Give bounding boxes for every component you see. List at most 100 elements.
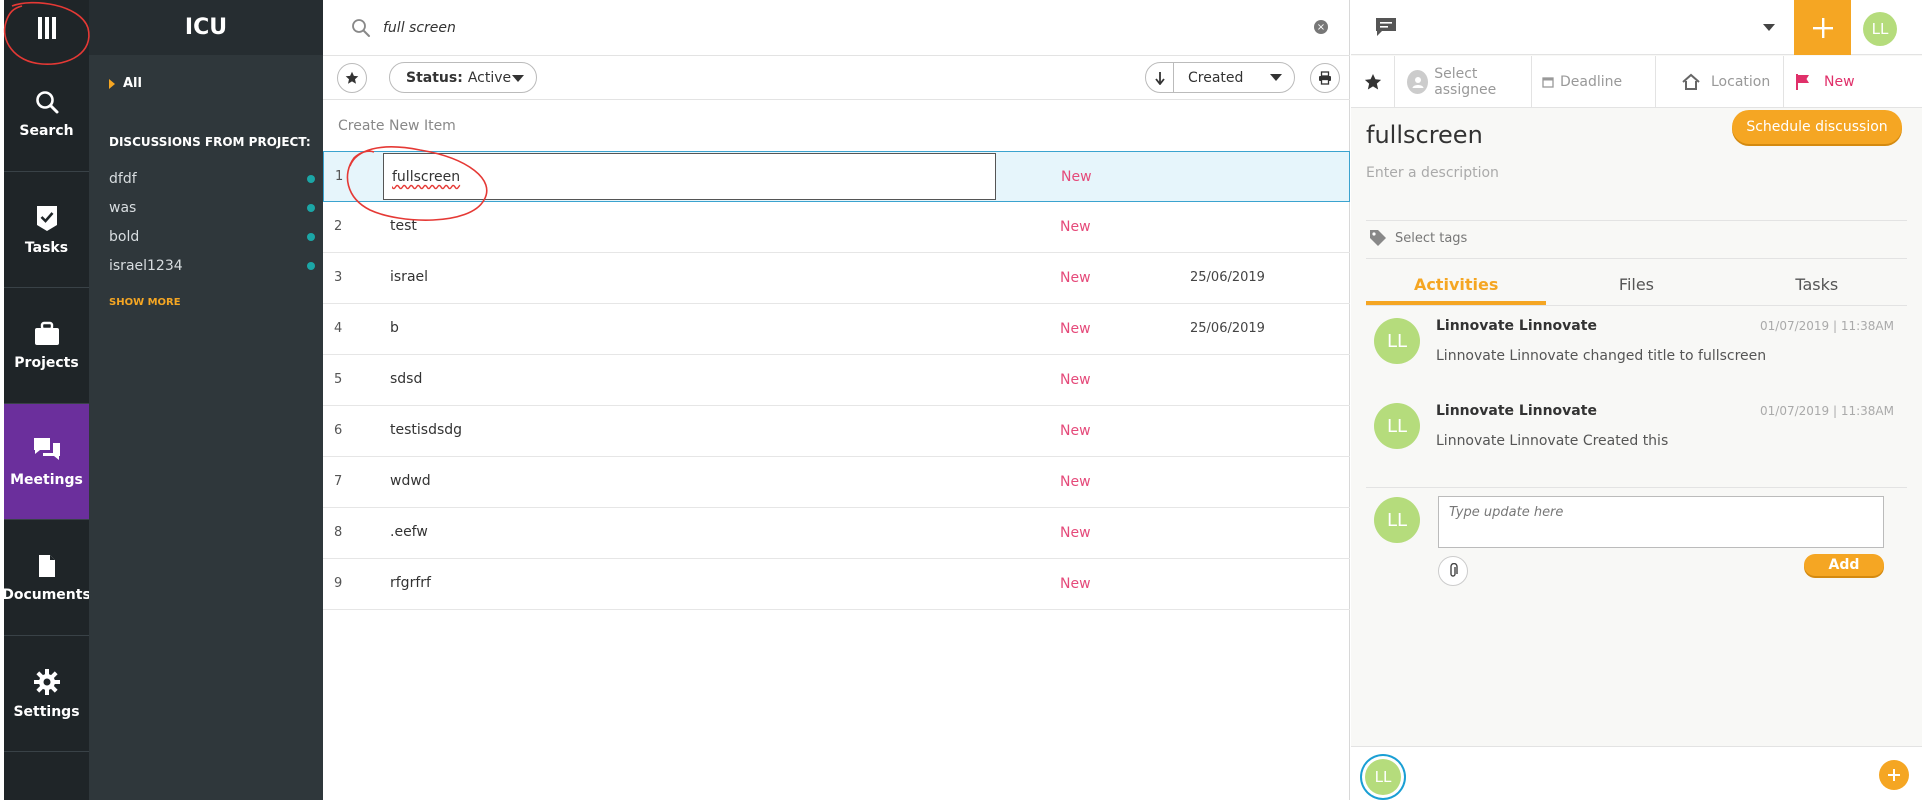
sort-dropdown[interactable]: Created xyxy=(1145,62,1295,93)
status-dot-icon xyxy=(307,204,315,212)
project-sidebar: ICU All DISCUSSIONS FROM PROJECT: dfdf w… xyxy=(89,0,323,800)
chat-icon[interactable] xyxy=(1375,17,1397,37)
assignee-label: Select assignee xyxy=(1434,66,1497,98)
search-input[interactable] xyxy=(383,19,1283,36)
nav-item-meetings[interactable]: Meetings xyxy=(4,404,89,520)
status-badge: New xyxy=(1060,321,1091,337)
row-date: 25/06/2019 xyxy=(1190,321,1265,336)
table-row[interactable]: 7 wdwd New xyxy=(323,457,1350,508)
discussion-item[interactable]: bold xyxy=(109,227,315,247)
table-row[interactable]: 3 israel New 25/06/2019 xyxy=(323,253,1350,304)
row-number: 4 xyxy=(334,321,343,336)
status-badge: New xyxy=(1060,219,1091,235)
status-filter-label: Status: xyxy=(406,69,463,86)
library-icon xyxy=(37,16,56,39)
status-badge: New xyxy=(1060,576,1091,592)
discussion-label: bold xyxy=(109,229,140,245)
table-row[interactable]: 4 b New 25/06/2019 xyxy=(323,304,1350,355)
tab-tasks[interactable]: Tasks xyxy=(1727,268,1907,305)
printer-icon xyxy=(1319,71,1331,85)
item-list-panel: × Status: Active Created xyxy=(323,0,1350,800)
table-row[interactable]: 6 testisdsdg New xyxy=(323,406,1350,457)
discussion-label: was xyxy=(109,200,137,216)
tab-files[interactable]: Files xyxy=(1546,268,1726,305)
table-row[interactable]: 5 sdsd New xyxy=(323,355,1350,406)
discussion-item[interactable]: israel1234 xyxy=(109,256,315,276)
search-icon xyxy=(352,18,370,37)
search-icon xyxy=(35,90,58,113)
add-new-button[interactable] xyxy=(1794,0,1851,55)
filter-all[interactable]: All xyxy=(109,76,142,91)
table-row[interactable]: 2 test New xyxy=(323,202,1350,253)
status-badge: New xyxy=(1060,423,1091,439)
row-title: testisdsdg xyxy=(390,422,463,438)
tags-selector[interactable]: Select tags xyxy=(1369,229,1467,247)
row-number: 3 xyxy=(334,270,343,285)
row-title: rfgrfrf xyxy=(390,575,431,591)
description-field[interactable]: Enter a description xyxy=(1366,165,1499,181)
nav-item-search[interactable]: Search xyxy=(4,56,89,172)
location-selector[interactable]: Location xyxy=(1656,56,1784,108)
avatar[interactable]: LL xyxy=(1863,12,1897,46)
avatar: LL xyxy=(1374,497,1420,543)
favorite-filter-button[interactable] xyxy=(337,63,367,93)
menu-toggle-button[interactable] xyxy=(4,0,89,55)
table-row[interactable]: 1 fullscreen New xyxy=(323,151,1350,202)
row-title: fullscreen xyxy=(392,169,461,185)
discussion-item[interactable]: was xyxy=(109,198,315,218)
row-title: test xyxy=(390,218,417,234)
add-watcher-button[interactable] xyxy=(1879,760,1909,790)
clear-search-icon[interactable]: × xyxy=(1314,20,1328,34)
row-number: 7 xyxy=(334,474,343,489)
row-number: 6 xyxy=(334,423,343,438)
detail-footer: LL xyxy=(1351,746,1922,800)
deadline-selector[interactable]: Deadline xyxy=(1532,56,1656,108)
update-input[interactable]: Type update here xyxy=(1438,496,1884,548)
nav-label: Tasks xyxy=(24,239,69,256)
nav-item-documents[interactable]: Documents xyxy=(2,520,91,636)
discussions-header: DISCUSSIONS FROM PROJECT: xyxy=(109,135,311,149)
status-dot-icon xyxy=(307,175,315,183)
create-new-item[interactable]: Create New Item xyxy=(323,100,1350,151)
tags-label: Select tags xyxy=(1395,230,1468,246)
table-row[interactable]: 9 rfgrfrf New xyxy=(323,559,1350,610)
row-number: 1 xyxy=(335,169,344,184)
discussion-item[interactable]: dfdf xyxy=(109,169,315,189)
status-dot-icon xyxy=(307,233,315,241)
star-icon xyxy=(345,71,359,84)
filter-all-label: All xyxy=(123,76,142,91)
calendar-icon xyxy=(1542,77,1554,88)
sort-direction-button[interactable] xyxy=(1146,63,1174,92)
attach-button[interactable] xyxy=(1438,556,1468,586)
nav-label: Documents xyxy=(2,586,91,603)
status-badge: New xyxy=(1060,474,1091,490)
user-placeholder-icon xyxy=(1407,70,1429,94)
chevron-down-icon xyxy=(512,75,524,82)
assignee-selector[interactable]: Select assignee xyxy=(1395,56,1532,108)
activity-item: LL Linnovate Linnovate 01/07/2019 | 11:3… xyxy=(1374,318,1894,388)
tab-activities[interactable]: Activities xyxy=(1366,268,1547,305)
paperclip-icon xyxy=(1450,563,1458,577)
status-filter-dropdown[interactable]: Status: Active xyxy=(389,62,537,93)
status-selector[interactable]: New xyxy=(1784,56,1922,108)
schedule-discussion-button[interactable]: Schedule discussion xyxy=(1732,110,1902,144)
filter-bar: Status: Active Created xyxy=(323,56,1350,100)
row-number: 8 xyxy=(334,525,343,540)
activity-author: Linnovate Linnovate xyxy=(1436,403,1597,419)
print-button[interactable] xyxy=(1310,63,1340,93)
table-row[interactable]: 8 .eefw New xyxy=(323,508,1350,559)
location-label: Location xyxy=(1711,74,1771,90)
nav-label: Meetings xyxy=(10,471,83,488)
avatar: LL xyxy=(1374,318,1420,364)
nav-item-settings[interactable]: Settings xyxy=(4,636,89,752)
avatar[interactable]: LL xyxy=(1365,759,1401,795)
status-badge: New xyxy=(1060,372,1091,388)
show-more-link[interactable]: SHOW MORE xyxy=(109,297,181,308)
page-title[interactable]: fullscreen xyxy=(1366,121,1483,149)
add-update-button[interactable]: Add xyxy=(1804,554,1884,576)
nav-item-tasks[interactable]: Tasks xyxy=(4,172,89,288)
star-toggle-button[interactable] xyxy=(1351,56,1395,108)
nav-item-projects[interactable]: Projects xyxy=(4,288,89,404)
title-edit-field[interactable]: fullscreen xyxy=(383,153,996,200)
chevron-down-icon[interactable] xyxy=(1763,24,1775,31)
